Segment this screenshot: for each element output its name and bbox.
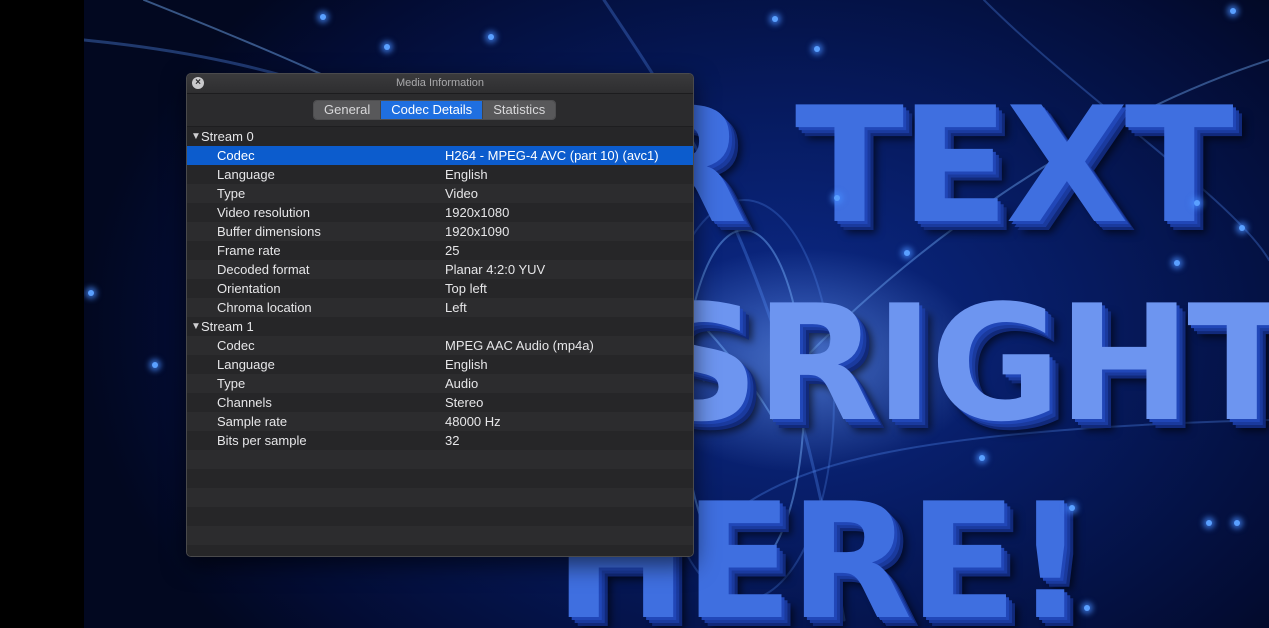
row-key: Chroma location (217, 300, 312, 315)
row-key: Bits per sample (217, 433, 307, 448)
particle (814, 46, 820, 52)
table-row[interactable]: Decoded format Planar 4:2:0 YUV (187, 260, 693, 279)
particle (1174, 260, 1180, 266)
row-key: Channels (217, 395, 272, 410)
empty-row (187, 469, 693, 488)
table-row[interactable]: Language English (187, 165, 693, 184)
row-value: H264 - MPEG-4 AVC (part 10) (avc1) (445, 148, 659, 163)
particle (1194, 200, 1200, 206)
row-key: Language (217, 167, 275, 182)
tab-general[interactable]: General (314, 101, 382, 119)
particle (320, 14, 326, 20)
particle (1084, 605, 1090, 611)
row-key: Buffer dimensions (217, 224, 321, 239)
particle (834, 195, 840, 201)
table-row[interactable]: Type Audio (187, 374, 693, 393)
media-information-window: × Media Information General Codec Detail… (186, 73, 694, 557)
row-value: Video (445, 186, 479, 201)
empty-row (187, 450, 693, 469)
table-row[interactable]: Bits per sample 32 (187, 431, 693, 450)
table-row[interactable]: Channels Stereo (187, 393, 693, 412)
row-value: 25 (445, 243, 460, 258)
row-value: English (445, 167, 488, 182)
table-row[interactable]: Sample rate 48000 Hz (187, 412, 693, 431)
row-key: Type (217, 376, 246, 391)
table-row[interactable]: Chroma location Left (187, 298, 693, 317)
stream-0-group[interactable]: ▼ Stream 0 (187, 127, 693, 146)
tab-statistics[interactable]: Statistics (483, 101, 556, 119)
row-key: Type (217, 186, 246, 201)
particle (904, 250, 910, 256)
row-value: 32 (445, 433, 460, 448)
particle (488, 34, 494, 40)
video-text-line-1: R TEXT (624, 72, 1234, 259)
table-row[interactable]: Language English (187, 355, 693, 374)
stream-label: Stream 1 (201, 319, 254, 334)
tab-bar: General Codec Details Statistics (187, 94, 693, 127)
table-row[interactable]: Codec MPEG AAC Audio (mp4a) (187, 336, 693, 355)
row-value: Top left (445, 281, 487, 296)
particle (1069, 505, 1075, 511)
video-player: R TEXT SRIGHT HERE! × Media Information … (0, 0, 1269, 628)
particle (152, 362, 158, 368)
empty-row (187, 545, 693, 556)
row-value: 1920x1080 (445, 205, 510, 220)
table-row[interactable]: Video resolution 1920x1080 (187, 203, 693, 222)
particle (1230, 8, 1236, 14)
particle (1206, 520, 1212, 526)
table-row[interactable]: Orientation Top left (187, 279, 693, 298)
particle (384, 44, 390, 50)
row-key: Decoded format (217, 262, 310, 277)
row-key: Codec (217, 148, 255, 163)
row-value: MPEG AAC Audio (mp4a) (445, 338, 594, 353)
particle (772, 16, 778, 22)
table-row[interactable]: Buffer dimensions 1920x1090 (187, 222, 693, 241)
segmented-control: General Codec Details Statistics (313, 100, 557, 120)
row-key: Video resolution (217, 205, 310, 220)
row-key: Sample rate (217, 414, 288, 429)
particle (1234, 520, 1240, 526)
row-value: Left (445, 300, 467, 315)
particle (88, 290, 94, 296)
row-key: Language (217, 357, 275, 372)
stream-label: Stream 0 (201, 129, 254, 144)
row-key: Codec (217, 338, 255, 353)
video-text-line-2: SRIGHT (644, 270, 1269, 457)
row-value: Stereo (445, 395, 484, 410)
window-title: Media Information (395, 77, 485, 89)
title-bar[interactable]: × Media Information (187, 74, 693, 94)
disclosure-triangle-icon[interactable]: ▼ (191, 317, 201, 336)
table-row[interactable]: Codec H264 - MPEG-4 AVC (part 10) (avc1) (187, 146, 693, 165)
empty-row (187, 507, 693, 526)
particle (979, 455, 985, 461)
table-row[interactable]: Type Video (187, 184, 693, 203)
row-value: Planar 4:2:0 YUV (445, 262, 546, 277)
disclosure-triangle-icon[interactable]: ▼ (191, 127, 201, 146)
codec-details-list: ▼ Stream 0 Codec H264 - MPEG-4 AVC (part… (187, 127, 693, 556)
row-key: Orientation (217, 281, 281, 296)
tab-codec-details[interactable]: Codec Details (381, 101, 484, 119)
row-value: English (445, 357, 488, 372)
stream-1-group[interactable]: ▼ Stream 1 (187, 317, 693, 336)
row-value: 48000 Hz (445, 414, 501, 429)
row-value: Audio (445, 376, 479, 391)
particle (1239, 225, 1245, 231)
table-row[interactable]: Frame rate 25 (187, 241, 693, 260)
row-key: Frame rate (217, 243, 281, 258)
empty-row (187, 526, 693, 545)
empty-row (187, 488, 693, 507)
row-value: 1920x1090 (445, 224, 510, 239)
